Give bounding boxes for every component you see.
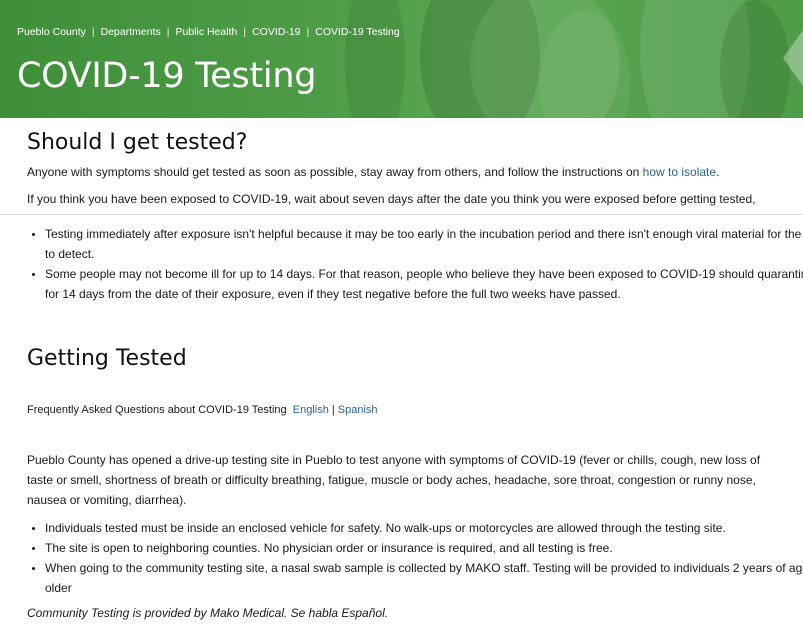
faq-english-link[interactable]: English [293, 404, 329, 416]
faq-label: Frequently Asked Questions about COVID-1… [27, 404, 287, 416]
exposure-paragraph: If you think you have been exposed to CO… [27, 192, 756, 206]
divider [0, 214, 803, 215]
banner-photo-shape [720, 0, 790, 118]
breadcrumb-separator: | [306, 26, 310, 38]
breadcrumb-separator: | [166, 26, 170, 38]
banner-photo-shape [345, 0, 405, 118]
breadcrumb-link-departments[interactable]: Departments [101, 26, 161, 38]
page-title: COVID-19 Testing [17, 56, 317, 96]
breadcrumb-separator: | [243, 26, 247, 38]
list-item: The site is open to neighboring counties… [45, 538, 803, 558]
section-heading-should-i-get-tested: Should I get tested? [27, 130, 248, 155]
section-heading-getting-tested: Getting Tested [27, 346, 187, 371]
hero-banner: Pueblo County | Departments | Public Hea… [0, 0, 803, 118]
mako-medical-note: Community Testing is provided by Mako Me… [27, 606, 389, 620]
breadcrumb-link-covid-19-testing[interactable]: COVID-19 Testing [315, 26, 399, 38]
list-item: Some people may not become ill for up to… [45, 264, 803, 304]
testing-bullet-list: Individuals tested must be inside an enc… [0, 518, 803, 598]
breadcrumb-separator: | [91, 26, 95, 38]
drive-up-paragraph: Pueblo County has opened a drive-up test… [27, 453, 761, 507]
how-to-isolate-link[interactable]: how to isolate [643, 165, 716, 179]
faq-separator: | [331, 404, 335, 416]
list-item: Testing immediately after exposure isn't… [45, 224, 803, 264]
intro-paragraph: Anyone with symptoms should get tested a… [27, 162, 797, 182]
carousel-arrow-icon[interactable] [783, 30, 803, 86]
list-item: Individuals tested must be inside an enc… [45, 518, 803, 538]
faq-line: Frequently Asked Questions about COVID-1… [27, 404, 378, 416]
breadcrumb-link-covid-19[interactable]: COVID-19 [252, 26, 300, 38]
breadcrumb: Pueblo County | Departments | Public Hea… [17, 26, 400, 38]
faq-spanish-link[interactable]: Spanish [338, 404, 378, 416]
list-item: When going to the community testing site… [45, 558, 803, 598]
intro-end: . [716, 165, 720, 179]
exposure-bullet-list: Testing immediately after exposure isn't… [0, 224, 803, 304]
intro-text: Anyone with symptoms should get tested a… [27, 165, 640, 179]
breadcrumb-link-pueblo-county[interactable]: Pueblo County [17, 26, 86, 38]
breadcrumb-link-public-health[interactable]: Public Health [175, 26, 237, 38]
